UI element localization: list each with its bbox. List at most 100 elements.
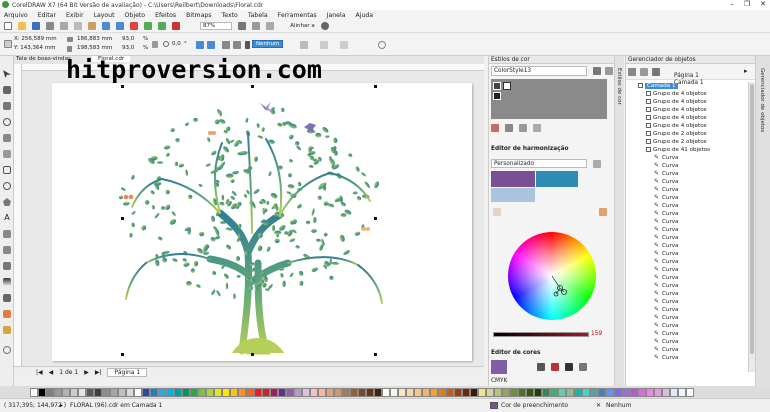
mirror-horizontal-icon[interactable] — [196, 41, 204, 49]
palette-swatch[interactable] — [94, 387, 102, 397]
tree-item-curve[interactable]: ✎ Curva — [654, 290, 679, 298]
outline-width-dropdown[interactable]: Nenhum — [252, 40, 284, 48]
menu-janela[interactable]: Janela — [327, 12, 346, 19]
palette-swatch[interactable] — [158, 387, 166, 397]
tree-item-curve[interactable]: ✎ Curva — [654, 218, 679, 226]
palette-swatch[interactable] — [342, 387, 350, 397]
tree-item-curve[interactable]: ✎ Curva — [654, 170, 679, 178]
color-model-dropdown[interactable]: CMYK — [491, 378, 507, 384]
polygon-tool-icon[interactable] — [3, 198, 11, 206]
tree-item-curve[interactable]: ✎ Curva — [654, 258, 679, 266]
lock-ratio-icon[interactable] — [152, 41, 158, 48]
palette-swatch[interactable] — [294, 387, 302, 397]
palette-swatch[interactable] — [334, 387, 342, 397]
palette-swatch[interactable] — [246, 387, 254, 397]
layer-manager-icon[interactable] — [640, 68, 648, 76]
style-swatch[interactable] — [493, 82, 501, 90]
palette-swatch[interactable] — [238, 387, 246, 397]
tree-item-curve[interactable]: ✎ Curva — [654, 266, 679, 274]
palette-swatch[interactable] — [46, 387, 54, 397]
palette-swatch[interactable] — [166, 387, 174, 397]
palette-swatch[interactable] — [662, 387, 670, 397]
palette-swatch[interactable] — [598, 387, 606, 397]
palette-swatch[interactable] — [214, 387, 222, 397]
edit-across-layers-icon[interactable] — [652, 68, 660, 76]
palette-swatch[interactable] — [326, 387, 334, 397]
harmony-lock-icon[interactable] — [599, 208, 607, 216]
drawing-page[interactable] — [52, 83, 472, 361]
palette-swatch[interactable] — [30, 387, 38, 397]
palette-swatch[interactable] — [406, 387, 414, 397]
eyedropper-icon[interactable] — [491, 124, 499, 132]
brightness-value[interactable]: 159 — [591, 331, 602, 337]
brightness-slider[interactable] — [493, 332, 589, 337]
floral-tree-artwork[interactable] — [52, 83, 472, 361]
tree-item-curve[interactable]: ✎ Curva — [654, 354, 679, 362]
palette-swatch[interactable] — [470, 387, 478, 397]
palette-swatch[interactable] — [606, 387, 614, 397]
scale-height-field[interactable]: 93,0 — [122, 45, 134, 51]
tree-item-curve[interactable]: ✎ Curva — [654, 154, 679, 162]
palette-swatch[interactable] — [318, 387, 326, 397]
palette-swatch[interactable] — [230, 387, 238, 397]
tree-item-curve[interactable]: ✎ Curva — [654, 338, 679, 346]
export-icon[interactable] — [158, 22, 166, 30]
rectangle-tool-icon[interactable] — [3, 166, 11, 174]
palette-swatch[interactable] — [486, 387, 494, 397]
redo-icon[interactable] — [116, 22, 124, 30]
menu-exibir[interactable]: Exibir — [66, 12, 83, 19]
tree-item-curve[interactable]: ✎ Curva — [654, 202, 679, 210]
selected-color-swatch[interactable] — [491, 360, 507, 374]
palette-swatch[interactable] — [454, 387, 462, 397]
interactive-fill-tool-icon[interactable] — [3, 310, 11, 318]
smart-fill-tool-icon[interactable] — [3, 150, 11, 158]
tree-item-curve[interactable]: ✎ Curva — [654, 322, 679, 330]
publish-pdf-icon[interactable] — [172, 22, 180, 30]
palette-swatch[interactable] — [350, 387, 358, 397]
palette-swatch[interactable] — [534, 387, 542, 397]
palette-swatch[interactable] — [262, 387, 270, 397]
palette-swatch[interactable] — [382, 387, 390, 397]
palette-swatch[interactable] — [118, 387, 126, 397]
palette-swatch[interactable] — [222, 387, 230, 397]
print-icon[interactable] — [46, 22, 54, 30]
vertical-ruler[interactable] — [14, 64, 22, 366]
palette-swatch[interactable] — [446, 387, 454, 397]
menu-objeto[interactable]: Objeto — [125, 12, 146, 19]
menu-arquivo[interactable]: Arquivo — [4, 12, 28, 19]
palette-swatch[interactable] — [622, 387, 630, 397]
palette-swatch[interactable] — [422, 387, 430, 397]
tree-item-curve[interactable]: ✎ Curva — [654, 234, 679, 242]
palette-swatch[interactable] — [558, 387, 566, 397]
style-swatch[interactable] — [503, 82, 511, 90]
menu-ajuda[interactable]: Ajuda — [356, 12, 374, 19]
palette-swatch[interactable] — [638, 387, 646, 397]
tree-item-curve[interactable]: ✎ Curva — [654, 306, 679, 314]
tree-item-group[interactable]: Grupo de 4 objetos — [646, 114, 707, 122]
palette-swatch[interactable] — [174, 387, 182, 397]
palette-swatch[interactable] — [510, 387, 518, 397]
palette-swatch[interactable] — [366, 387, 374, 397]
x-position-field[interactable]: X: 256,589 mm — [14, 36, 57, 42]
menu-bitmaps[interactable]: Bitmaps — [186, 12, 211, 19]
palette-swatch[interactable] — [646, 387, 654, 397]
smart-fill-bucket-icon[interactable] — [3, 326, 11, 334]
undo-icon[interactable] — [102, 22, 110, 30]
close-button[interactable]: ✕ — [760, 0, 766, 8]
palette-swatch[interactable] — [462, 387, 470, 397]
play-icon[interactable]: ▸ — [60, 402, 70, 409]
palette-swatch[interactable] — [526, 387, 534, 397]
palette-swatch[interactable] — [430, 387, 438, 397]
palette-swatch[interactable] — [206, 387, 214, 397]
group-icon[interactable] — [222, 41, 230, 49]
palette-swatch[interactable] — [358, 387, 366, 397]
minimize-button[interactable]: – — [730, 0, 734, 8]
add-icon[interactable] — [378, 41, 386, 49]
to-front-icon[interactable] — [320, 41, 328, 49]
palette-swatch[interactable] — [550, 387, 558, 397]
delete-style-icon[interactable] — [605, 67, 613, 75]
first-page-button[interactable]: |◀ — [36, 369, 43, 376]
color-model-icon[interactable] — [551, 363, 559, 371]
harmony-mode-dropdown[interactable]: Personalizado — [491, 159, 587, 168]
last-page-button[interactable]: ▶| — [95, 369, 102, 376]
